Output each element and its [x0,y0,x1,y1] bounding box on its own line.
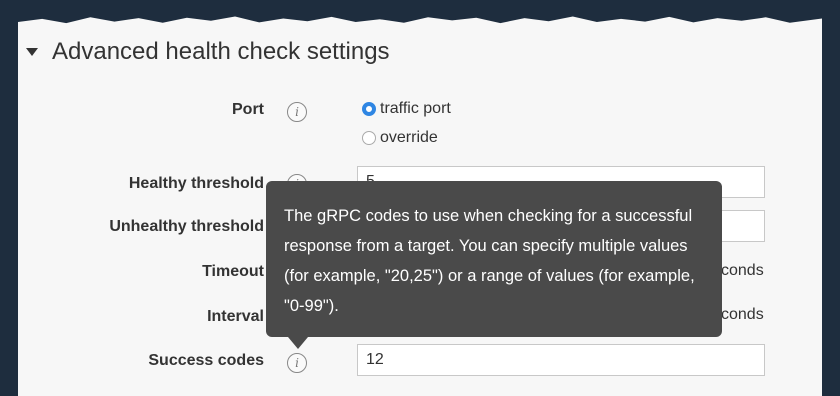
timeout-suffix: conds [721,262,764,279]
screenshot-frame: Advanced health check settings Port i tr… [0,0,840,396]
success-codes-info-icon[interactable]: i [287,353,307,373]
section-header[interactable]: Advanced health check settings [26,38,390,66]
tooltip-arrow [288,337,308,349]
caret-down-icon[interactable] [26,48,38,56]
success-codes-label: Success codes [148,352,264,369]
port-info-icon[interactable]: i [287,102,307,122]
unhealthy-threshold-label: Unhealthy threshold [109,218,264,235]
radio-unchecked-icon[interactable] [362,131,376,145]
port-label: Port [232,101,264,118]
interval-label: Interval [207,308,264,325]
healthy-threshold-label: Healthy threshold [128,175,264,192]
section-title: Advanced health check settings [52,38,390,65]
radio-override[interactable]: override [362,129,438,147]
radio-traffic-port-label: traffic port [380,100,451,117]
radio-checked-icon[interactable] [362,102,376,116]
radio-override-label: override [380,129,438,146]
radio-traffic-port[interactable]: traffic port [362,100,451,118]
success-codes-input[interactable]: 12 [357,344,765,376]
timeout-label: Timeout [202,263,264,280]
interval-suffix: conds [721,306,764,323]
success-codes-tooltip: The gRPC codes to use when checking for … [266,181,722,337]
